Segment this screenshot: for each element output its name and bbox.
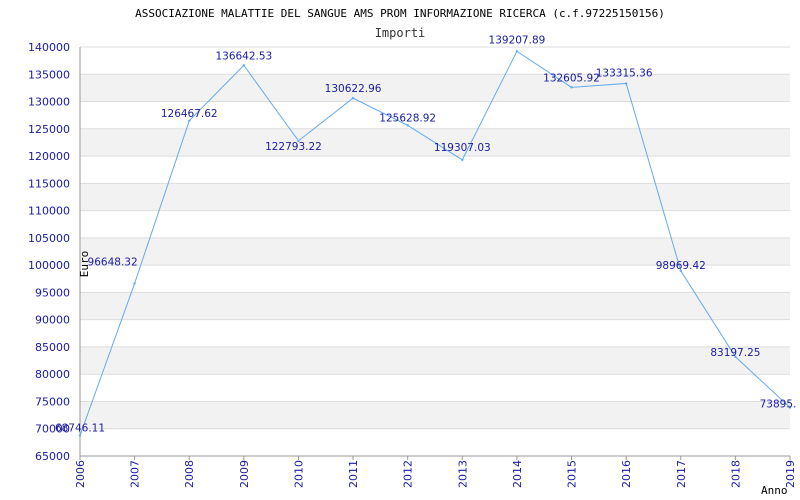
y-axis: 6500070000750008000085000900009500010000… [28,41,81,463]
y-tick-label: 95000 [35,286,70,299]
data-point [406,124,409,127]
y-tick-label: 75000 [35,395,70,408]
x-tick-label: 2016 [620,460,633,488]
y-tick-label: 120000 [28,150,70,163]
grid-band [80,156,790,184]
data-label: 83197.25 [710,347,760,359]
data-point [242,64,246,67]
data-point [570,86,573,89]
y-tick-label: 90000 [35,314,70,327]
grid-band [80,374,790,402]
y-tick-label: 80000 [35,368,70,381]
y-tick-label: 130000 [28,96,70,109]
data-label: 68746.11 [55,423,105,435]
grid-band [80,319,790,347]
data-label: 98969.42 [656,260,706,272]
x-axis-label: Anno [761,484,788,497]
x-tick-label: 2010 [292,460,305,488]
data-label: 119307.03 [434,142,491,154]
data-label: 125628.92 [379,112,436,124]
data-point [624,82,628,85]
data-point [188,119,191,122]
data-label: 132605.92 [543,72,600,84]
x-tick-label: 2017 [675,460,688,488]
x-tick-label: 2007 [129,460,142,488]
x-tick-label: 2009 [238,460,251,488]
data-label: 73895. [760,398,797,410]
grid-band [80,183,790,211]
grid-band [80,47,790,75]
x-axis: 2006 2007 2008 2009 2010 2011 2012 2013 2014 2015… [74,455,797,488]
y-tick-label: 140000 [28,41,70,54]
data-label: 96648.32 [88,256,138,268]
grid-band [80,346,790,375]
data-point [78,434,82,437]
x-tick-label: 2018 [729,460,742,488]
grid-band [80,428,790,456]
x-tick-label: 2015 [566,460,579,488]
data-point [515,50,519,53]
grid-band [80,401,790,429]
x-tick-label: 2012 [402,460,415,488]
data-point [351,96,355,100]
grid-band [80,292,790,320]
chart-subtitle: Importi [375,26,426,40]
chart-title: ASSOCIAZIONE MALATTIE DEL SANGUE AMS PRO… [135,7,665,20]
data-label: 126467.62 [161,108,218,120]
grid-band [80,74,790,102]
y-tick-label: 85000 [35,341,70,354]
x-tick-label: 2014 [511,460,524,488]
line-chart: ASSOCIAZIONE MALATTIE DEL SANGUE AMS PRO… [28,7,797,497]
data-label: 139207.89 [489,34,546,46]
x-tick-label: 2013 [456,460,469,488]
data-label: 130622.96 [325,83,382,95]
y-tick-label: 125000 [28,123,70,136]
y-tick-label: 135000 [28,68,70,81]
y-axis-label: Euro [78,251,91,278]
x-tick-label: 2011 [347,460,360,488]
x-tick-label: 2006 [74,460,87,488]
y-tick-label: 100000 [28,259,70,272]
grid-band [80,210,790,238]
data-label: 133315.36 [596,67,653,79]
y-tick-label: 105000 [28,232,70,245]
data-point [133,282,136,285]
x-tick-label: 2008 [183,460,196,488]
data-label: 122793.22 [265,141,322,153]
data-label: 136642.53 [215,50,272,62]
y-tick-label: 115000 [28,177,70,190]
data-point [461,158,464,162]
y-tick-label: 110000 [28,205,70,218]
y-tick-label: 65000 [35,450,70,463]
